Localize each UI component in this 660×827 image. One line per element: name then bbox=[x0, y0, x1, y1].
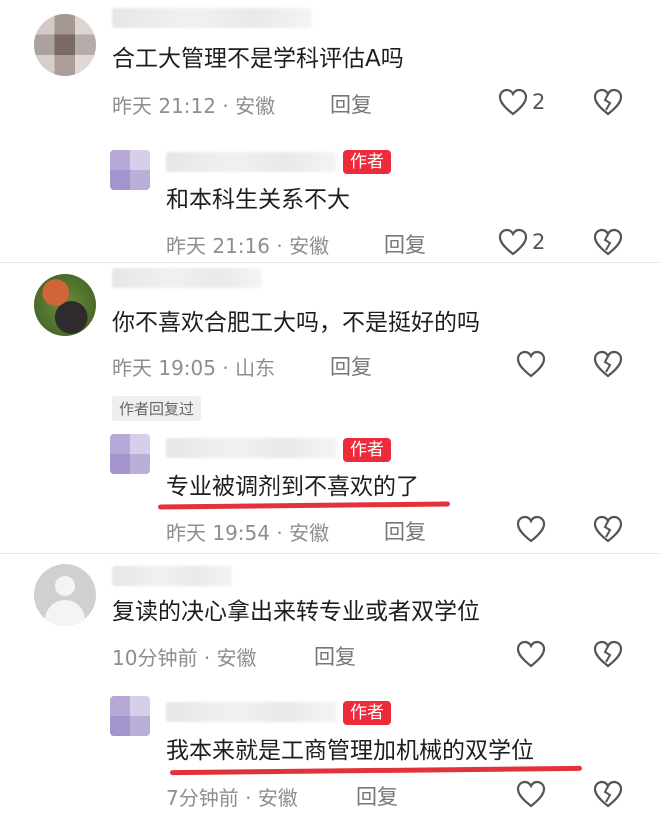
username-blurred[interactable] bbox=[112, 566, 232, 586]
comment-meta: 昨天 19:54 · 安徽 bbox=[166, 517, 329, 546]
comment-time: 昨天 21:12 bbox=[112, 94, 216, 118]
comment-meta: 10分钟前 · 安徽 bbox=[112, 642, 257, 671]
avatar[interactable] bbox=[34, 564, 96, 626]
username-blurred[interactable] bbox=[166, 438, 336, 458]
broken-heart-icon[interactable] bbox=[593, 228, 623, 256]
meta-separator: · bbox=[203, 646, 217, 670]
default-avatar-icon bbox=[55, 576, 75, 596]
comment-text: 合工大管理不是学科评估A吗 bbox=[112, 46, 404, 72]
avatar[interactable] bbox=[110, 150, 150, 190]
meta-separator: · bbox=[245, 786, 258, 810]
comment-location: 山东 bbox=[235, 356, 276, 380]
broken-heart-icon[interactable] bbox=[593, 780, 623, 808]
heart-icon[interactable] bbox=[516, 640, 546, 668]
highlight-underline bbox=[157, 501, 451, 510]
reply-button[interactable]: 回复 bbox=[356, 781, 398, 811]
comment-meta: 7分钟前 · 安徽 bbox=[166, 782, 298, 811]
comment-text: 你不喜欢合肥工大吗，不是挺好的吗 bbox=[112, 310, 480, 336]
broken-heart-icon[interactable] bbox=[593, 640, 623, 668]
comment-location: 安徽 bbox=[257, 786, 298, 810]
broken-heart-icon[interactable] bbox=[593, 88, 623, 116]
like-button[interactable]: 2 bbox=[498, 228, 545, 256]
reply-button[interactable]: 回复 bbox=[384, 229, 426, 259]
heart-icon[interactable] bbox=[516, 515, 546, 543]
username-blurred[interactable] bbox=[166, 702, 336, 722]
avatar[interactable] bbox=[34, 14, 96, 76]
username-blurred[interactable] bbox=[166, 152, 336, 172]
reply-button[interactable]: 回复 bbox=[314, 641, 356, 671]
heart-icon[interactable] bbox=[516, 780, 546, 808]
comment-time: 昨天 19:05 bbox=[112, 356, 216, 380]
highlight-underline bbox=[169, 765, 583, 776]
comment-text: 复读的决心拿出来转专业或者双学位 bbox=[112, 599, 480, 625]
comment-meta: 昨天 21:16 · 安徽 bbox=[166, 230, 329, 259]
comment-text: 专业被调剂到不喜欢的了 bbox=[166, 474, 419, 500]
broken-heart-icon[interactable] bbox=[593, 515, 623, 543]
author-badge: 作者 bbox=[343, 701, 391, 725]
avatar[interactable] bbox=[110, 434, 150, 474]
author-badge: 作者 bbox=[343, 150, 391, 174]
meta-separator: · bbox=[276, 234, 290, 258]
meta-separator: · bbox=[222, 94, 236, 118]
reply-button[interactable]: 回复 bbox=[330, 89, 372, 119]
username-blurred[interactable] bbox=[112, 8, 312, 28]
reply-button[interactable]: 回复 bbox=[384, 516, 426, 546]
comment-meta: 昨天 21:12 · 安徽 bbox=[112, 90, 275, 119]
heart-icon[interactable] bbox=[516, 350, 546, 378]
reply-button[interactable]: 回复 bbox=[330, 351, 372, 381]
heart-icon bbox=[498, 88, 528, 116]
author-replied-tag: 作者回复过 bbox=[112, 396, 202, 421]
comment-location: 安徽 bbox=[235, 94, 276, 118]
meta-separator: · bbox=[222, 356, 236, 380]
comment-text: 和本科生关系不大 bbox=[166, 187, 350, 213]
divider bbox=[0, 262, 660, 263]
like-count: 2 bbox=[532, 90, 546, 114]
comment-meta: 昨天 19:05 · 山东 bbox=[112, 352, 275, 381]
divider bbox=[0, 553, 660, 554]
author-badge: 作者 bbox=[343, 438, 391, 462]
avatar[interactable] bbox=[34, 274, 96, 336]
comment-location: 安徽 bbox=[289, 521, 330, 545]
comment-location: 安徽 bbox=[216, 646, 257, 670]
comment-time: 昨天 19:54 bbox=[166, 521, 270, 545]
meta-separator: · bbox=[276, 521, 290, 545]
comment-time: 昨天 21:16 bbox=[166, 234, 270, 258]
comment-location: 安徽 bbox=[289, 234, 330, 258]
like-count: 2 bbox=[532, 230, 546, 254]
like-button[interactable]: 2 bbox=[498, 88, 545, 116]
heart-icon bbox=[498, 228, 528, 256]
comment-text: 我本来就是工商管理加机械的双学位 bbox=[166, 738, 534, 764]
comment-time: 10分钟前 bbox=[112, 646, 198, 670]
comment-time: 7分钟前 bbox=[166, 786, 239, 810]
broken-heart-icon[interactable] bbox=[593, 350, 623, 378]
username-blurred[interactable] bbox=[112, 268, 262, 288]
avatar[interactable] bbox=[110, 696, 150, 736]
